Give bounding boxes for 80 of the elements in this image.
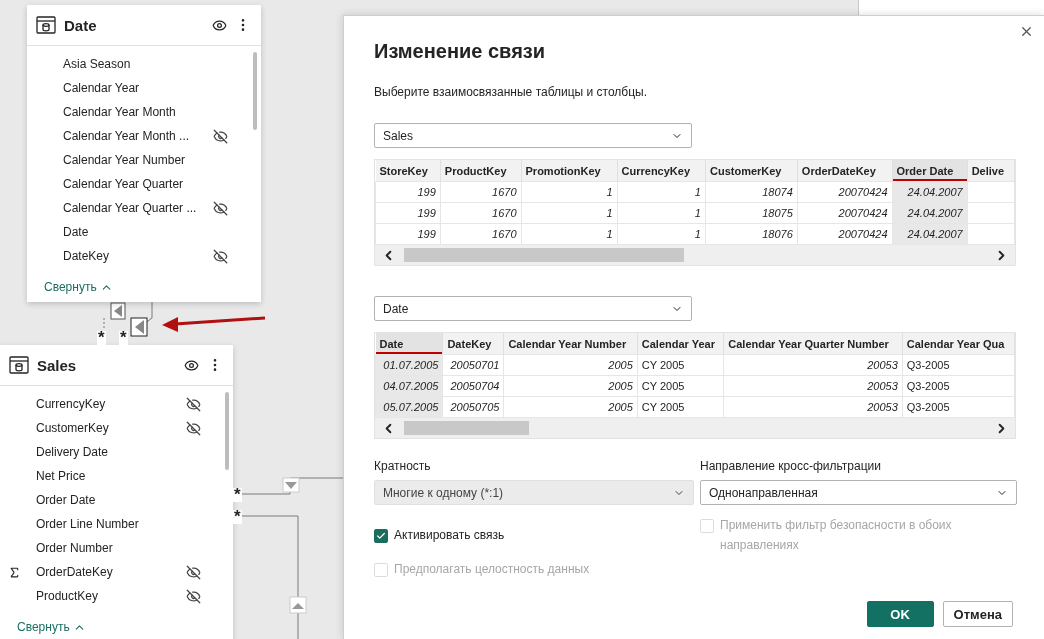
table-title: Sales <box>37 356 78 374</box>
check-icon <box>376 531 386 541</box>
table-cell: 20053 <box>723 354 903 376</box>
table-cell: 199 <box>375 202 441 224</box>
field-name[interactable]: Calendar Year Month ... <box>63 129 213 143</box>
table-icon <box>9 355 29 375</box>
cardinality-label: * <box>97 331 106 345</box>
table-cell: Q3-2005 <box>902 354 1015 376</box>
column-header[interactable]: Calendar Year <box>637 333 724 355</box>
close-button[interactable] <box>1019 24 1034 39</box>
table-cell: 20050701 <box>442 354 504 376</box>
dialog-title: Изменение связи <box>374 40 547 63</box>
cardinality-label: * <box>119 331 128 345</box>
column-header[interactable]: OrderDateKey <box>797 160 893 182</box>
table-cell: 199 <box>375 223 441 245</box>
scrollbar[interactable] <box>225 392 229 470</box>
ok-button[interactable]: OK <box>866 601 934 627</box>
field-name[interactable]: DateKey <box>63 249 213 263</box>
column-header[interactable]: Calendar Year Qua <box>902 333 1015 355</box>
close-icon <box>1019 24 1034 39</box>
cardinality-label: * <box>233 488 242 502</box>
dialog-subtitle: Выберите взаимосвязанные таблицы и столбцы. <box>374 85 649 99</box>
table-cell: 05.07.2005 <box>375 396 443 418</box>
column-header[interactable]: Calendar Year Number <box>503 333 638 355</box>
column-header[interactable]: StoreKey <box>375 160 441 182</box>
table-cell: 1 <box>617 181 706 203</box>
table-cell: 01.07.2005 <box>375 354 443 376</box>
table-cell: 24.04.2007 <box>892 181 968 203</box>
table-cell: 04.07.2005 <box>375 375 443 397</box>
field-name[interactable]: CurrencyKey <box>36 397 186 411</box>
table-icon <box>36 15 56 35</box>
table-dropdown[interactable]: Sales <box>374 123 692 148</box>
column-header[interactable]: Order Date <box>892 160 968 182</box>
table-title: Date <box>64 16 98 34</box>
field-name[interactable]: Calendar Year Month <box>63 105 213 119</box>
checkbox-option[interactable]: Активировать связь <box>374 525 674 545</box>
field-name[interactable]: Calendar Year <box>63 81 213 95</box>
direction-marker-icon <box>130 317 148 337</box>
field-name[interactable]: Date <box>63 225 213 239</box>
cross-filter-dropdown[interactable]: Однонаправленная <box>700 480 1017 505</box>
field-name[interactable]: Order Date <box>36 493 186 507</box>
checkbox[interactable] <box>374 529 388 543</box>
table-cell: 1670 <box>440 181 521 203</box>
column-header[interactable]: CustomerKey <box>705 160 798 182</box>
cancel-button[interactable]: Отмена <box>942 601 1013 627</box>
column-header[interactable]: Date <box>375 333 443 355</box>
column-header[interactable]: Delive <box>967 160 1015 182</box>
direction-marker-icon <box>289 596 307 614</box>
column-header[interactable]: Calendar Year Quarter Number <box>723 333 903 355</box>
cardinality-label: * <box>233 510 242 524</box>
table-cell: 18074 <box>705 181 798 203</box>
eye-icon[interactable] <box>184 357 199 373</box>
table-cell: 20070424 <box>797 181 893 203</box>
field-name[interactable]: Net Price <box>36 469 186 483</box>
table-cell: 1 <box>521 181 618 203</box>
field-name[interactable]: Order Number <box>36 541 186 555</box>
field-name[interactable]: Asia Season <box>63 57 213 71</box>
column-header[interactable]: DateKey <box>442 333 504 355</box>
field-name[interactable]: OrderDateKey <box>36 565 186 579</box>
table-cell: CY 2005 <box>637 354 724 376</box>
field-name[interactable]: Calendar Year Quarter <box>63 177 213 191</box>
field-label: Кратность <box>374 459 432 473</box>
field-name[interactable]: CustomerKey <box>36 421 186 435</box>
table-cell: 2005 <box>503 354 638 376</box>
field-name[interactable]: Calendar Year Quarter ... <box>63 201 213 215</box>
scrollbar[interactable] <box>253 52 257 130</box>
eye-icon[interactable] <box>212 17 227 33</box>
field-name[interactable]: Delivery Date <box>36 445 186 459</box>
collapse-link[interactable]: Свернуть <box>27 274 261 302</box>
field-name[interactable]: Calendar Year Number <box>63 153 213 167</box>
table-cell: 199 <box>375 181 441 203</box>
field-name[interactable]: ProductKey <box>36 589 186 603</box>
column-header[interactable]: PromotionKey <box>521 160 618 182</box>
column-header[interactable]: CurrencyKey <box>617 160 706 182</box>
column-header[interactable]: ProductKey <box>440 160 521 182</box>
table-dropdown[interactable]: Date <box>374 296 692 321</box>
field-label: Направление кросс-фильтрации <box>700 459 882 473</box>
direction-marker-icon <box>282 477 300 493</box>
field-name[interactable]: Order Line Number <box>36 517 186 531</box>
collapse-link[interactable]: Свернуть <box>0 614 233 639</box>
